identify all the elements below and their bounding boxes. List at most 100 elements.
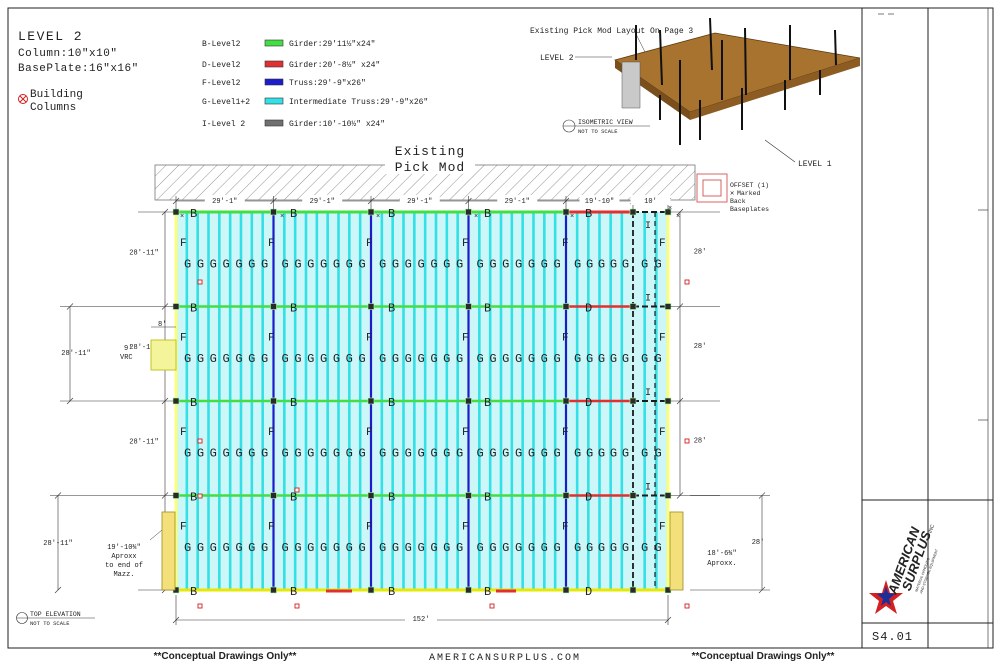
column-spec: Column:10"x10"	[18, 48, 117, 60]
truss-g-label: G	[282, 257, 289, 271]
dimension-right-text: 28'	[694, 343, 707, 351]
truss-g-label: G	[197, 257, 204, 271]
truss-g-label: G	[610, 446, 617, 460]
left-note: Mazz.	[113, 571, 134, 579]
truss-f-label: F	[180, 238, 187, 250]
truss-g-label: G	[405, 257, 412, 271]
truss-f-label: F	[659, 522, 666, 534]
truss-g-label: G	[553, 257, 560, 271]
truss-g-label: G	[210, 257, 217, 271]
girder-b-label: B	[388, 302, 395, 316]
truss-f-label: F	[268, 522, 275, 534]
truss-g-label: G	[417, 257, 424, 271]
offset-baseplate	[197, 603, 203, 609]
offset-baseplate	[489, 603, 495, 609]
truss-g-label: G	[541, 352, 548, 366]
offset-note: OFFSET (1) Marked Back Baseplates ✕	[696, 173, 769, 213]
truss-g-label: G	[248, 446, 255, 460]
offset-baseplate	[197, 438, 203, 444]
girder-i-label: I	[645, 294, 651, 305]
dimension-top-text: 10'	[644, 198, 657, 206]
truss-g-label: G	[417, 541, 424, 555]
truss-g-label: G	[456, 446, 463, 460]
truss-g-label: G	[622, 541, 629, 555]
truss-g-label: G	[553, 446, 560, 460]
offset-baseplate	[197, 279, 203, 285]
truss-g-label: G	[430, 541, 437, 555]
truss-g-label: G	[235, 541, 242, 555]
building-column	[562, 586, 570, 594]
dimension-left-outer-text: 28'-11"	[43, 540, 72, 548]
marked-x: ×	[474, 213, 478, 221]
truss-g-label: G	[541, 541, 548, 555]
building-column	[562, 492, 570, 499]
truss-g-label: G	[307, 446, 314, 460]
truss-f-label: F	[462, 427, 469, 439]
truss-g-label: G	[641, 446, 648, 460]
building-column	[465, 492, 472, 499]
girder-b-label: B	[484, 207, 491, 221]
truss-f-label: F	[366, 427, 373, 439]
truss-g-label: G	[294, 446, 301, 460]
truss-f-label: F	[562, 238, 569, 250]
left-note-leader	[149, 529, 163, 541]
building-column	[629, 586, 637, 594]
truss-g-label: G	[282, 352, 289, 366]
truss-g-label: G	[553, 352, 560, 366]
truss-g-label: G	[197, 541, 204, 555]
vrc-label: VRC	[120, 354, 133, 362]
truss-g-label: G	[641, 541, 648, 555]
truss-g-label: G	[346, 352, 353, 366]
building-column	[270, 492, 277, 499]
truss-g-label: G	[235, 352, 242, 366]
truss-g-label: G	[184, 446, 191, 460]
truss-g-label: G	[222, 541, 229, 555]
iso-level1-label: LEVEL 1	[798, 160, 832, 169]
truss-g-label: G	[294, 257, 301, 271]
legend-label: Intermediate Truss:29'-9"x26"	[289, 98, 428, 107]
truss-f-label: F	[659, 427, 666, 439]
legend-swatch	[264, 119, 284, 127]
truss-g-label: G	[248, 541, 255, 555]
truss-g-label: G	[502, 541, 509, 555]
building-column	[562, 303, 570, 310]
iso-view-title: ISOMETRIC VIEW	[578, 119, 633, 126]
truss-g-label: G	[261, 257, 268, 271]
truss-g-label: G	[222, 446, 229, 460]
truss-g-label: G	[502, 446, 509, 460]
truss-f-label: F	[180, 333, 187, 345]
marked-x: ×	[180, 213, 184, 221]
truss-g-label: G	[358, 257, 365, 271]
girder-b-label: B	[290, 491, 297, 505]
logo-inc: INC	[927, 524, 936, 535]
truss-g-label: G	[294, 541, 301, 555]
truss-g-label: G	[489, 257, 496, 271]
truss-g-label: G	[222, 257, 229, 271]
dimension-right-outer-text: 28'	[752, 539, 765, 547]
building-column	[465, 397, 472, 405]
top-elevation-scale: NOT TO SCALE	[30, 620, 70, 627]
truss-f-label: F	[659, 238, 666, 250]
truss-g-label: G	[489, 446, 496, 460]
truss-g-label: G	[320, 352, 327, 366]
truss-g-label: G	[586, 446, 593, 460]
truss-g-label: G	[392, 541, 399, 555]
truss-g-label: G	[610, 541, 617, 555]
truss-g-label: G	[598, 352, 605, 366]
truss-g-label: G	[307, 352, 314, 366]
stair-right	[669, 511, 684, 591]
truss-g-label: G	[541, 446, 548, 460]
drawing-sheet: LEVEL 2 Column:10"x10" BasePlate:16"x16"…	[7, 7, 994, 664]
truss-g-label: G	[405, 541, 412, 555]
legend-label: Girder:29'11½"x24"	[289, 40, 375, 49]
iso-column	[834, 29, 837, 66]
truss-g-label: G	[379, 257, 386, 271]
truss-g-label: G	[417, 446, 424, 460]
girder-b-label: B	[290, 207, 297, 221]
truss-g-label: G	[574, 541, 581, 555]
truss-g-label: G	[184, 541, 191, 555]
truss-g-label: G	[443, 352, 450, 366]
legend-code: F-Level2	[202, 79, 241, 88]
truss-g-label: G	[346, 541, 353, 555]
truss-g-label: G	[586, 352, 593, 366]
